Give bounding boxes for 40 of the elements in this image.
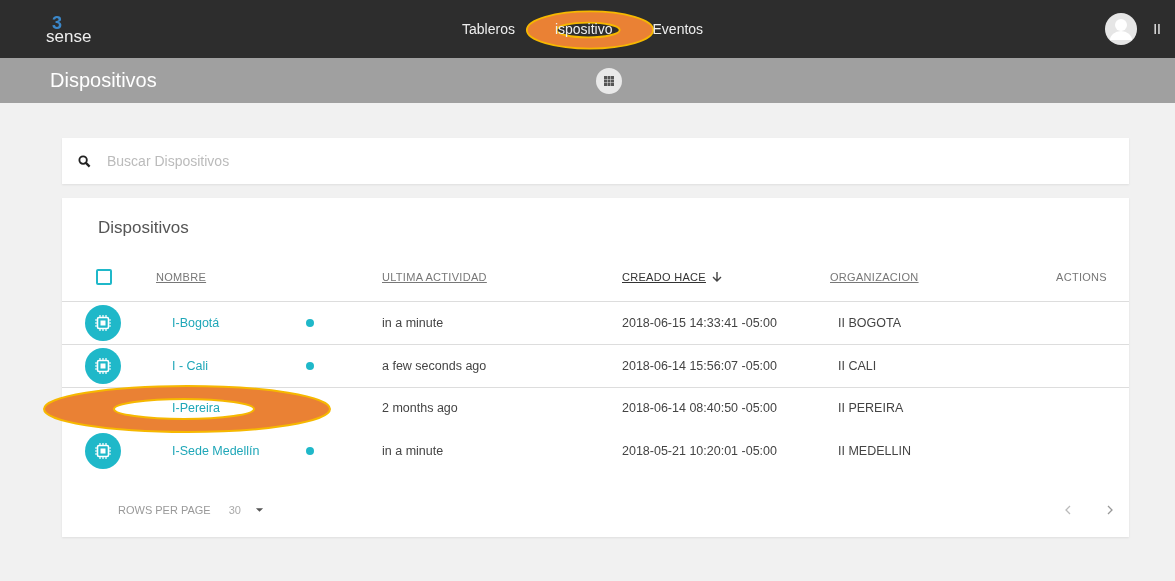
table-cell: II PEREIRA bbox=[838, 401, 904, 416]
rows-per-page-label: ROWS PER PAGE bbox=[118, 503, 211, 516]
column-header[interactable]: NOMBRE bbox=[156, 271, 207, 284]
chip-icon bbox=[85, 432, 121, 469]
avatar-icon[interactable] bbox=[1105, 13, 1138, 45]
table-cell: II CALI bbox=[838, 358, 877, 373]
table-cell: in a minute bbox=[382, 316, 444, 331]
device-name-link[interactable]: I-Bogotá bbox=[172, 316, 220, 331]
device-name-link[interactable]: I-Pereira bbox=[172, 401, 220, 416]
card-title: Dispositivos bbox=[97, 217, 190, 239]
nav-link[interactable]: Eventos bbox=[652, 21, 704, 37]
apps-grid-icon[interactable] bbox=[596, 68, 622, 94]
logo[interactable]: 3 sense bbox=[46, 13, 116, 45]
table-cell: 2018-06-15 14:33:41 -05:00 bbox=[622, 316, 777, 331]
column-header[interactable]: CREADO HACE bbox=[622, 271, 706, 284]
table-cell: II MEDELLIN bbox=[838, 443, 911, 458]
select-all-checkbox[interactable] bbox=[96, 269, 112, 286]
table-cell: 2 months ago bbox=[382, 401, 458, 416]
search-field[interactable]: Buscar Dispositivos bbox=[62, 138, 1129, 184]
table-cell: a few seconds ago bbox=[382, 358, 487, 373]
column-header[interactable]: ULTIMA ACTIVIDAD bbox=[382, 271, 487, 284]
page-title: Dispositivos bbox=[50, 69, 157, 92]
sort-arrow-icon[interactable] bbox=[712, 271, 722, 284]
table-cell: 2018-06-14 15:56:07 -05:00 bbox=[622, 358, 777, 373]
table-cell: 2018-06-14 08:40:50 -05:00 bbox=[622, 401, 777, 416]
column-header: ACTIONS bbox=[1056, 271, 1107, 284]
device-name-link[interactable]: I-Sede Medellín bbox=[172, 443, 260, 458]
nav-link[interactable]: Tableros bbox=[462, 21, 515, 37]
column-header[interactable]: ORGANIZACION bbox=[830, 271, 919, 284]
table-cell: 2018-05-21 10:20:01 -05:00 bbox=[622, 443, 777, 458]
device-name-link[interactable]: I - Cali bbox=[172, 358, 209, 373]
chip-icon bbox=[85, 347, 121, 384]
logo-mark: 3 bbox=[51, 13, 63, 32]
chip-icon bbox=[85, 305, 121, 342]
table-cell: II BOGOTA bbox=[838, 316, 901, 331]
search-icon bbox=[78, 154, 91, 168]
caret-icon bbox=[254, 506, 264, 513]
next-page-icon[interactable] bbox=[1105, 503, 1115, 516]
user-name[interactable]: II bbox=[1153, 21, 1161, 37]
table-cell: in a minute bbox=[382, 443, 444, 458]
